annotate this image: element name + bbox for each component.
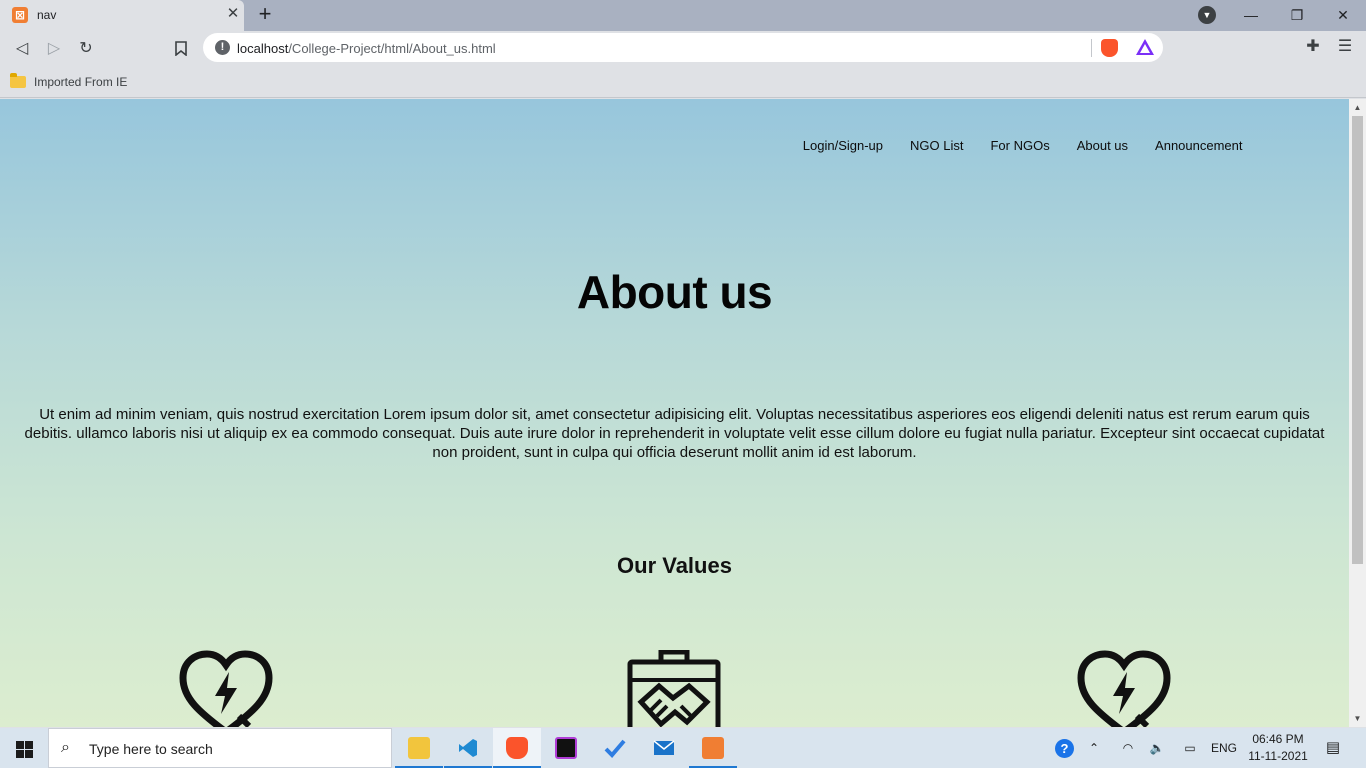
language-indicator[interactable]: ENG [1208, 728, 1240, 768]
page-viewport: Login/Sign-up NGO List For NGOs About us… [0, 99, 1349, 727]
todo-icon [604, 739, 626, 758]
help-icon[interactable]: ? [1055, 739, 1074, 758]
about-paragraph: Ut enim ad minim veniam, quis nostrud ex… [24, 406, 1325, 461]
start-button[interactable] [0, 728, 48, 768]
brave-shields-icon[interactable] [1101, 39, 1118, 57]
battery-icon[interactable]: ▭ [1178, 728, 1202, 768]
brave-icon [506, 737, 528, 759]
reload-button[interactable]: ↻ [73, 36, 99, 62]
taskbar-mail[interactable] [640, 728, 688, 768]
bookmark-folder[interactable]: Imported From IE [10, 71, 127, 93]
omnibox-divider [1091, 39, 1092, 57]
heart-bolt-icon [179, 650, 273, 727]
tab-search-icon[interactable]: ▼ [1198, 6, 1216, 24]
heart-bolt-icon [1077, 650, 1171, 727]
xampp-icon [702, 737, 724, 759]
clock-date: 11-11-2021 [1248, 749, 1308, 763]
taskbar-xampp[interactable] [689, 728, 737, 768]
windows-logo-pane [25, 750, 33, 758]
scroll-down-icon[interactable]: ▼ [1349, 710, 1366, 727]
page-scrollbar[interactable]: ▲ ▼ [1349, 99, 1366, 727]
taskbar-search[interactable]: ⌕ Type here to search [48, 728, 392, 768]
taskbar-vscode[interactable] [444, 728, 492, 768]
search-icon: ⌕ [61, 739, 70, 756]
xampp-favicon-icon: ⊠ [12, 7, 28, 23]
bookmark-folder-label: Imported From IE [34, 75, 128, 89]
clock-time: 06:46 PM [1252, 732, 1304, 746]
forward-button[interactable]: ▷ [41, 36, 67, 62]
tab-strip: ⊠ nav ✕ + ▼ — ❐ ✕ [0, 0, 1366, 31]
extensions-icon[interactable]: ✚ [1302, 36, 1324, 58]
nav-about-us[interactable]: About us [1063, 136, 1141, 155]
folder-icon [10, 73, 26, 88]
file-explorer-icon [408, 737, 430, 759]
taskbar-todo[interactable] [591, 728, 639, 768]
site-navigation: Login/Sign-up NGO List For NGOs About us… [789, 136, 1256, 155]
brave-rewards-icon[interactable] [1136, 39, 1154, 55]
windows-taskbar: ⌕ Type here to search ? ⌃ ◠ 🔈 ▭ ENG 06:4… [0, 728, 1366, 768]
volume-icon[interactable]: 🔈 [1145, 728, 1169, 768]
nav-for-ngos[interactable]: For NGOs [977, 136, 1063, 155]
briefcase-handshake-icon [627, 650, 721, 727]
site-info-icon[interactable]: ! [215, 40, 230, 55]
taskbar-intellij[interactable] [542, 728, 590, 768]
browser-menu-icon[interactable]: ☰ [1334, 36, 1356, 58]
intellij-icon [555, 737, 577, 759]
vscode-icon [459, 739, 477, 757]
nav-announcement[interactable]: Announcement [1142, 136, 1256, 155]
back-button[interactable]: ◁ [9, 36, 35, 62]
url-path: /College-Project/html/About_us.html [288, 41, 496, 56]
notifications-icon[interactable]: ▤ [1320, 728, 1346, 768]
address-bar[interactable]: ! localhost/College-Project/html/About_u… [203, 33, 1163, 62]
scroll-up-icon[interactable]: ▲ [1349, 99, 1366, 116]
scroll-thumb[interactable] [1352, 116, 1363, 564]
show-hidden-icons[interactable]: ⌃ [1082, 728, 1106, 768]
mail-icon [653, 740, 675, 755]
nav-ngo-list[interactable]: NGO List [897, 136, 977, 155]
url-text[interactable]: localhost/College-Project/html/About_us.… [237, 41, 496, 56]
close-window-button[interactable]: ✕ [1320, 0, 1366, 31]
taskbar-clock[interactable]: 06:46 PM 11-11-2021 [1244, 731, 1312, 765]
windows-logo-icon [16, 741, 24, 749]
values-heading: Our Values [617, 553, 732, 578]
nav-login-signup[interactable]: Login/Sign-up [789, 136, 896, 155]
windows-logo-pane [25, 741, 33, 749]
browser-tab[interactable]: ⊠ nav ✕ [0, 0, 244, 31]
browser-toolbar: ◁ ▷ ↻ ! localhost/College-Project/html/A… [0, 31, 1366, 66]
bookmarks-bar: Imported From IE [0, 66, 1366, 98]
search-placeholder: Type here to search [89, 741, 213, 757]
new-tab-button[interactable]: + [254, 3, 276, 25]
tab-title: nav [37, 8, 57, 22]
bookmark-icon[interactable] [168, 36, 194, 62]
network-icon[interactable]: ◠ [1116, 728, 1140, 768]
restore-button[interactable]: ❐ [1274, 0, 1320, 31]
minimize-button[interactable]: — [1228, 0, 1274, 31]
url-host: localhost [237, 41, 289, 56]
tab-close-button[interactable]: ✕ [224, 5, 242, 23]
windows-logo-pane [16, 750, 24, 758]
taskbar-brave[interactable] [493, 728, 541, 768]
page-title: About us [576, 266, 773, 318]
taskbar-file-explorer[interactable] [395, 728, 443, 768]
